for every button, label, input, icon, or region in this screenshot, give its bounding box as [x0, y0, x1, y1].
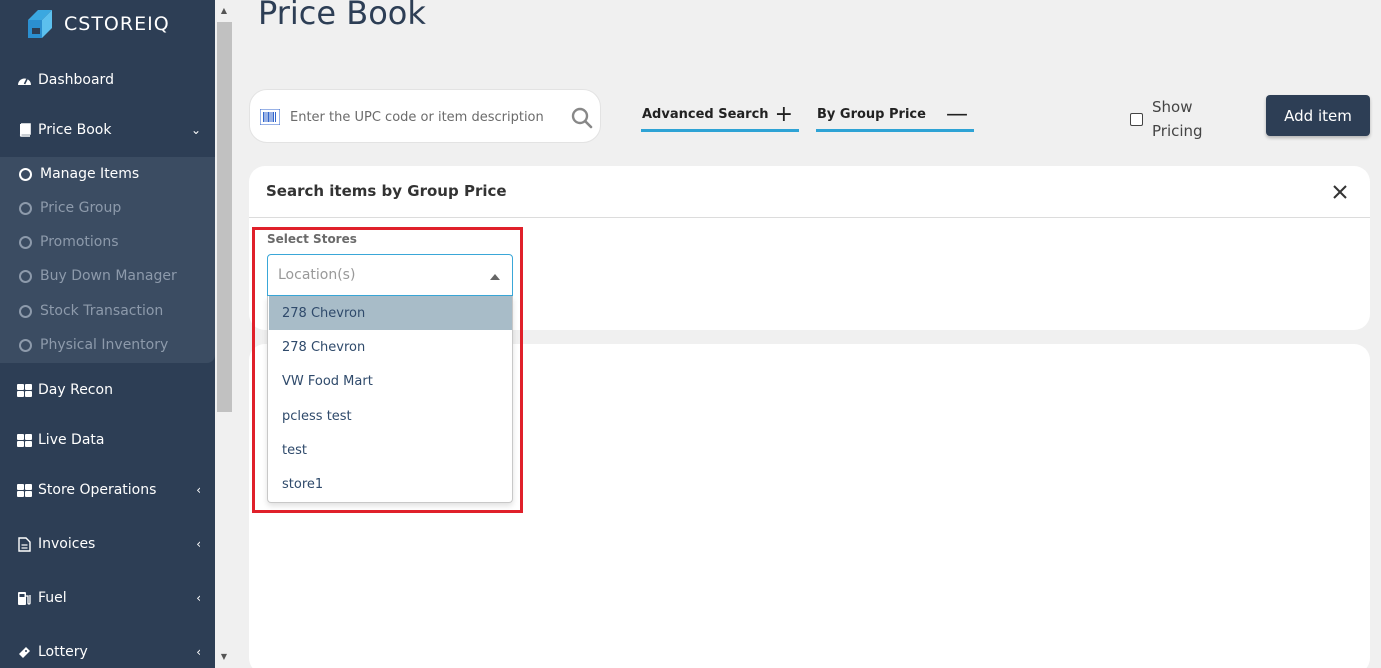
brand-name: CSTOREIQ [64, 13, 170, 35]
sidebar-item-label: Store Operations [38, 482, 157, 498]
grid-icon [16, 432, 32, 448]
show-pricing-label-line2: Pricing [1152, 122, 1203, 140]
submenu-item-buy-down-manager[interactable]: Buy Down Manager [0, 259, 215, 293]
select-stores-label: Select Stores [267, 232, 357, 246]
add-item-button[interactable]: Add item [1266, 95, 1370, 136]
sidebar-item-day-recon[interactable]: Day Recon [0, 370, 215, 410]
submenu-item-label: Promotions [40, 234, 119, 250]
page-title: Price Book [258, 0, 426, 32]
submenu-item-physical-inventory[interactable]: Physical Inventory [0, 328, 215, 362]
sidebar-item-store-operations[interactable]: Store Operations ‹ [0, 470, 215, 510]
caret-up-icon [490, 274, 500, 280]
tab-advanced-search[interactable]: Advanced Search + [641, 100, 799, 132]
scrollbar-thumb[interactable] [217, 22, 232, 412]
sidebar-item-label: Dashboard [38, 72, 114, 88]
circle-icon [19, 235, 32, 249]
show-pricing-label-line1: Show [1152, 98, 1193, 116]
submenu-item-label: Price Group [40, 200, 122, 216]
barcode-icon[interactable] [260, 109, 280, 125]
panel-title: Search items by Group Price [266, 182, 507, 200]
sidebar-item-label: Fuel [38, 590, 67, 606]
sidebar-item-label: Price Book [38, 122, 112, 138]
store-option[interactable]: 278 Chevron [269, 330, 512, 364]
store-select-placeholder: Location(s) [278, 267, 356, 283]
minus-icon: — [946, 102, 968, 127]
submenu-item-label: Manage Items [40, 166, 140, 182]
sidebar-item-label: Day Recon [38, 382, 113, 398]
grid-icon [16, 482, 32, 498]
submenu-item-manage-items[interactable]: Manage Items [0, 157, 215, 191]
sidebar-item-lottery[interactable]: Lottery ‹ [0, 632, 215, 668]
circle-icon [19, 304, 32, 318]
sidebar-item-dashboard[interactable]: Dashboard [0, 60, 215, 100]
show-pricing-checkbox[interactable] [1130, 112, 1143, 126]
plus-icon: + [774, 102, 793, 127]
logo-icon [28, 10, 52, 38]
submenu-item-promotions[interactable]: Promotions [0, 225, 215, 259]
store-option[interactable]: test [269, 433, 512, 467]
show-pricing-label: Show Pricing [1152, 95, 1212, 143]
store-option[interactable]: pcless test [269, 399, 512, 433]
sidebar-item-price-book[interactable]: Price Book ⌄ [0, 110, 215, 150]
sidebar: CSTOREIQ Dashboard Price Book ⌄ Manage I… [0, 0, 215, 668]
circle-icon [19, 269, 32, 283]
search-icon[interactable] [571, 107, 593, 129]
fuel-pump-icon [16, 590, 32, 606]
store-select[interactable]: Location(s) [267, 254, 513, 296]
price-book-submenu: Manage Items Price Group Promotions Buy … [0, 157, 215, 363]
tab-by-group-price[interactable]: By Group Price — [816, 100, 974, 132]
chevron-left-icon: ‹ [196, 591, 201, 605]
chevron-left-icon: ‹ [196, 483, 201, 497]
circle-icon [19, 338, 32, 352]
submenu-item-label: Physical Inventory [40, 337, 169, 353]
store-option[interactable]: 278 Chevron [269, 296, 512, 330]
tab-label: By Group Price [817, 107, 926, 122]
close-icon[interactable] [1332, 178, 1348, 206]
circle-icon [19, 201, 32, 215]
search-box [249, 89, 601, 143]
sidebar-item-label: Live Data [38, 432, 105, 448]
chevron-left-icon: ‹ [196, 645, 201, 659]
sidebar-item-label: Invoices [38, 536, 96, 552]
sidebar-item-fuel[interactable]: Fuel ‹ [0, 578, 215, 618]
store-option[interactable]: VW Food Mart [269, 364, 512, 398]
chevron-left-icon: ‹ [196, 537, 201, 551]
brand-logo[interactable]: CSTOREIQ [24, 4, 170, 44]
submenu-item-price-group[interactable]: Price Group [0, 191, 215, 225]
scroll-down-arrow-icon[interactable]: ▼ [218, 652, 230, 662]
tab-label: Advanced Search [642, 107, 769, 122]
sidebar-item-label: Lottery [38, 644, 88, 660]
submenu-item-label: Buy Down Manager [40, 268, 177, 284]
sidebar-item-invoices[interactable]: Invoices ‹ [0, 524, 215, 564]
store-option[interactable]: store1 [269, 467, 512, 501]
panel-divider [249, 217, 1370, 218]
grid-icon [16, 382, 32, 398]
dashboard-icon [16, 72, 32, 88]
submenu-item-label: Stock Transaction [40, 303, 164, 319]
ticket-icon [16, 644, 32, 660]
book-icon [16, 122, 32, 138]
chevron-down-icon: ⌄ [190, 123, 201, 137]
submenu-item-stock-transaction[interactable]: Stock Transaction [0, 294, 215, 328]
store-dropdown-list: 278 Chevron 278 Chevron VW Food Mart pcl… [267, 296, 513, 503]
search-input[interactable] [290, 104, 560, 130]
circle-icon [19, 167, 32, 181]
document-icon [16, 536, 32, 552]
scroll-up-arrow-icon[interactable]: ▲ [218, 6, 230, 16]
sidebar-item-live-data[interactable]: Live Data [0, 420, 215, 460]
show-pricing-toggle[interactable]: Show Pricing [1130, 96, 1230, 142]
